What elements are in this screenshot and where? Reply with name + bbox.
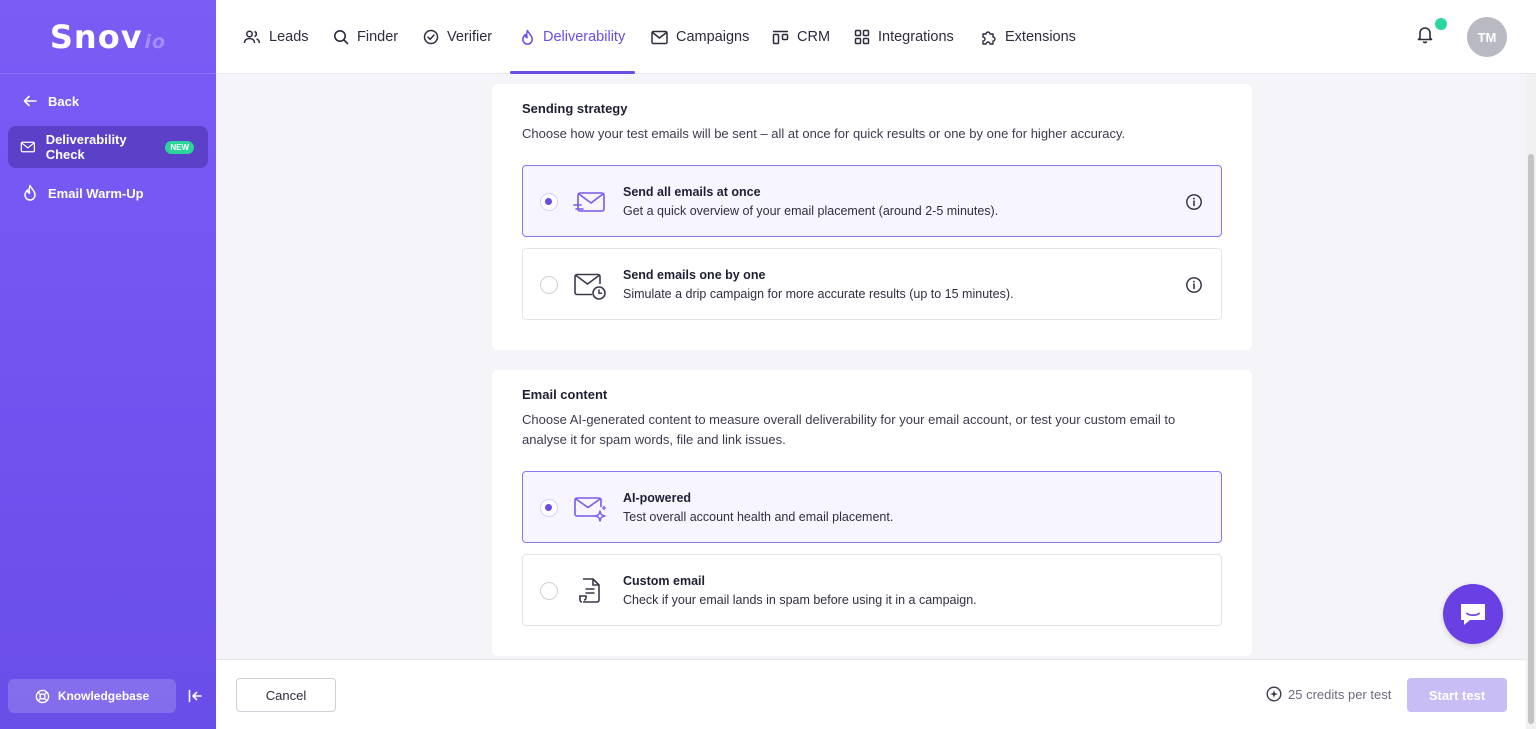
- section-description: Choose how your test emails will be sent…: [522, 126, 1126, 141]
- chat-icon: [1461, 604, 1485, 625]
- back-link[interactable]: Back: [0, 80, 216, 122]
- option-send-one-by-one[interactable]: Send emails one by one Simulate a drip c…: [522, 248, 1222, 320]
- info-icon[interactable]: [1185, 193, 1203, 211]
- top-navigation: Leads Finder Verifier Deliverability Cam…: [216, 0, 1536, 74]
- knowledgebase-label: Knowledgebase: [57, 689, 150, 703]
- nav-campaigns[interactable]: Campaigns: [651, 0, 749, 74]
- nav-deliverability[interactable]: Deliverability: [520, 0, 625, 74]
- nav-label: Finder: [357, 29, 399, 45]
- option-ai-powered[interactable]: AI-powered Test overall account health a…: [522, 471, 1222, 543]
- envelope-sparkle-icon: [574, 497, 607, 522]
- section-title: Sending strategy: [522, 101, 628, 116]
- lifebuoy-icon: [35, 689, 50, 703]
- knowledgebase-button[interactable]: Knowledgebase: [8, 679, 176, 713]
- credits-text: 25 credits per test: [1288, 686, 1392, 702]
- radio-button[interactable]: [540, 276, 558, 294]
- envelope-clock-icon: [574, 273, 606, 300]
- section-description: Choose AI-generated content to measure o…: [522, 412, 1176, 447]
- nav-label: Integrations: [878, 29, 954, 45]
- option-send-all-at-once[interactable]: Send all emails at once Get a quick over…: [522, 165, 1222, 237]
- notification-dot: [1435, 18, 1447, 30]
- credit-coin-icon: [1266, 686, 1282, 702]
- nav-label: Deliverability: [543, 29, 626, 45]
- avatar[interactable]: TM: [1467, 17, 1507, 57]
- nav-verifier[interactable]: Verifier: [423, 0, 492, 74]
- vertical-scrollbar[interactable]: [1526, 74, 1536, 729]
- scrollbar-thumb[interactable]: [1528, 154, 1534, 724]
- option-title: AI-powered: [623, 491, 692, 505]
- back-label: Back: [48, 93, 80, 109]
- radio-button[interactable]: [540, 582, 558, 600]
- section-title: Email content: [522, 387, 608, 402]
- nav-label: CRM: [797, 29, 831, 45]
- radio-button[interactable]: [540, 499, 558, 517]
- nav-leads[interactable]: Leads: [243, 0, 309, 74]
- check-circle-icon: [423, 29, 439, 45]
- nav-extensions[interactable]: Extensions: [980, 0, 1076, 74]
- collapse-left-icon: [188, 689, 202, 703]
- option-description: Check if your email lands in spam before…: [623, 593, 977, 607]
- option-title: Custom email: [623, 574, 705, 588]
- nav-integrations[interactable]: Integrations: [854, 0, 954, 74]
- credits-info: 25 credits per test: [1266, 686, 1391, 702]
- sidebar: Snov io Back Deliverability Check NEW Ema…: [0, 0, 216, 729]
- nav-label: Leads: [269, 29, 309, 45]
- flame-icon: [522, 29, 533, 45]
- sidebar-item-label: Deliverability Check: [45, 132, 127, 162]
- brand-name: Snov: [49, 17, 143, 56]
- envelope-check-icon: [20, 141, 35, 153]
- users-icon: [243, 30, 261, 44]
- envelope-icon: [651, 30, 668, 44]
- sidebar-item-label: Email Warm-Up: [48, 185, 144, 201]
- bell-icon: [1417, 27, 1433, 44]
- logo[interactable]: Snov io: [0, 0, 216, 74]
- envelope-send-icon: [573, 192, 605, 212]
- new-badge: NEW: [165, 140, 194, 154]
- chat-widget-button[interactable]: [1443, 584, 1503, 644]
- footer-bar: Cancel 25 credits per test Start test: [216, 659, 1526, 729]
- option-title: Send all emails at once: [623, 185, 761, 199]
- start-test-button[interactable]: Start test: [1407, 678, 1507, 712]
- option-description: Test overall account health and email pl…: [623, 510, 894, 524]
- nav-finder[interactable]: Finder: [333, 0, 398, 74]
- collapse-sidebar-button[interactable]: [182, 679, 208, 713]
- main-content: Sending strategy Choose how your test em…: [216, 74, 1526, 659]
- email-content-card: Email content Choose AI-generated conten…: [492, 370, 1252, 656]
- option-description: Get a quick overview of your email place…: [623, 204, 999, 218]
- nav-label: Verifier: [447, 29, 493, 45]
- notifications-button[interactable]: [1416, 24, 1434, 49]
- document-icon: [579, 578, 600, 603]
- nav-crm[interactable]: CRM: [772, 0, 830, 74]
- crm-icon: [772, 30, 789, 44]
- sidebar-item-deliverability-check[interactable]: Deliverability Check NEW: [8, 126, 208, 168]
- nav-label: Extensions: [1005, 29, 1076, 45]
- nav-label: Campaigns: [676, 29, 750, 45]
- sending-strategy-card: Sending strategy Choose how your test em…: [492, 84, 1252, 350]
- brand-suffix: io: [144, 30, 167, 53]
- search-icon: [334, 30, 349, 45]
- sidebar-item-email-warm-up[interactable]: Email Warm-Up: [0, 172, 216, 214]
- cancel-button[interactable]: Cancel: [236, 678, 336, 712]
- option-custom-email[interactable]: Custom email Check if your email lands i…: [522, 554, 1222, 626]
- grid-icon: [854, 29, 870, 45]
- option-description: Simulate a drip campaign for more accura…: [623, 287, 1014, 301]
- sidebar-footer: Knowledgebase: [8, 679, 208, 713]
- arrow-left-icon: [23, 95, 37, 107]
- info-icon[interactable]: [1185, 276, 1203, 294]
- radio-button[interactable]: [540, 193, 558, 211]
- option-title: Send emails one by one: [623, 268, 766, 282]
- flame-icon: [24, 184, 36, 201]
- puzzle-icon: [982, 30, 996, 45]
